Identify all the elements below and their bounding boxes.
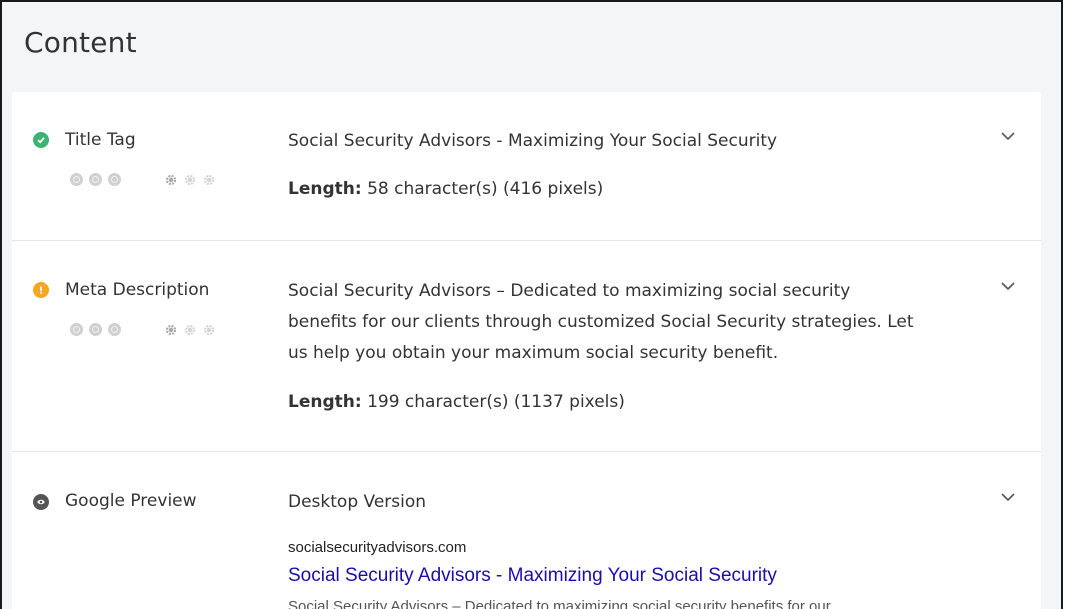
target-icon (70, 173, 83, 186)
target-icon (108, 173, 121, 186)
row-title-tag[interactable]: Title Tag Social Security Advisors - Max… (12, 92, 1041, 241)
length-value: 58 character(s) (416 pixels) (361, 179, 604, 199)
chevron-down-icon[interactable] (1000, 128, 1016, 144)
difficulty-rating (164, 173, 216, 187)
gear-icon (203, 324, 215, 336)
difficulty-rating (164, 323, 216, 337)
length-label: Length: (288, 179, 362, 199)
target-icon (89, 323, 102, 336)
content-card: Title Tag Social Security Advisors - Max… (12, 92, 1041, 609)
chevron-down-icon[interactable] (1000, 278, 1016, 294)
target-icon (70, 323, 83, 336)
serp-description: Social Security Advisors – Dedicated to … (288, 598, 831, 609)
target-icon (89, 173, 102, 186)
warning-icon (33, 282, 49, 298)
row-label: Google Preview (65, 491, 197, 511)
gear-icon (165, 174, 177, 186)
target-icon (108, 323, 121, 336)
length-label: Length: (288, 392, 362, 412)
row-label: Title Tag (65, 130, 136, 150)
importance-rating (70, 173, 121, 186)
check-circle-icon (33, 132, 49, 148)
eye-icon (33, 494, 49, 510)
gear-icon (203, 174, 215, 186)
title-tag-value: Social Security Advisors - Maximizing Yo… (288, 131, 778, 151)
gear-icon (184, 324, 196, 336)
content-panel: Content Title Tag Social Security Adviso… (0, 0, 1063, 609)
serp-title[interactable]: Social Security Advisors - Maximizing Yo… (288, 565, 777, 587)
importance-rating (70, 323, 121, 336)
row-meta-description[interactable]: Meta Description Social Security Advisor… (12, 240, 1041, 452)
row-google-preview[interactable]: Google Preview Desktop Version socialsec… (12, 452, 1041, 609)
section-title: Content (24, 26, 137, 59)
meta-description-length: Length: 199 character(s) (1137 pixels) (288, 387, 625, 418)
meta-description-line: Social Security Advisors – Dedicated to … (288, 281, 851, 301)
meta-description-line: benefits for our clients through customi… (288, 312, 914, 332)
gear-icon (184, 174, 196, 186)
gear-icon (165, 324, 177, 336)
chevron-down-icon[interactable] (1000, 489, 1016, 505)
preview-version: Desktop Version (288, 492, 427, 512)
length-value: 199 character(s) (1137 pixels) (361, 392, 625, 412)
serp-url: socialsecurityadvisors.com (288, 539, 467, 556)
title-tag-length: Length: 58 character(s) (416 pixels) (288, 174, 603, 205)
row-label: Meta Description (65, 280, 210, 300)
meta-description-line: us help you obtain your maximum social s… (288, 343, 779, 363)
